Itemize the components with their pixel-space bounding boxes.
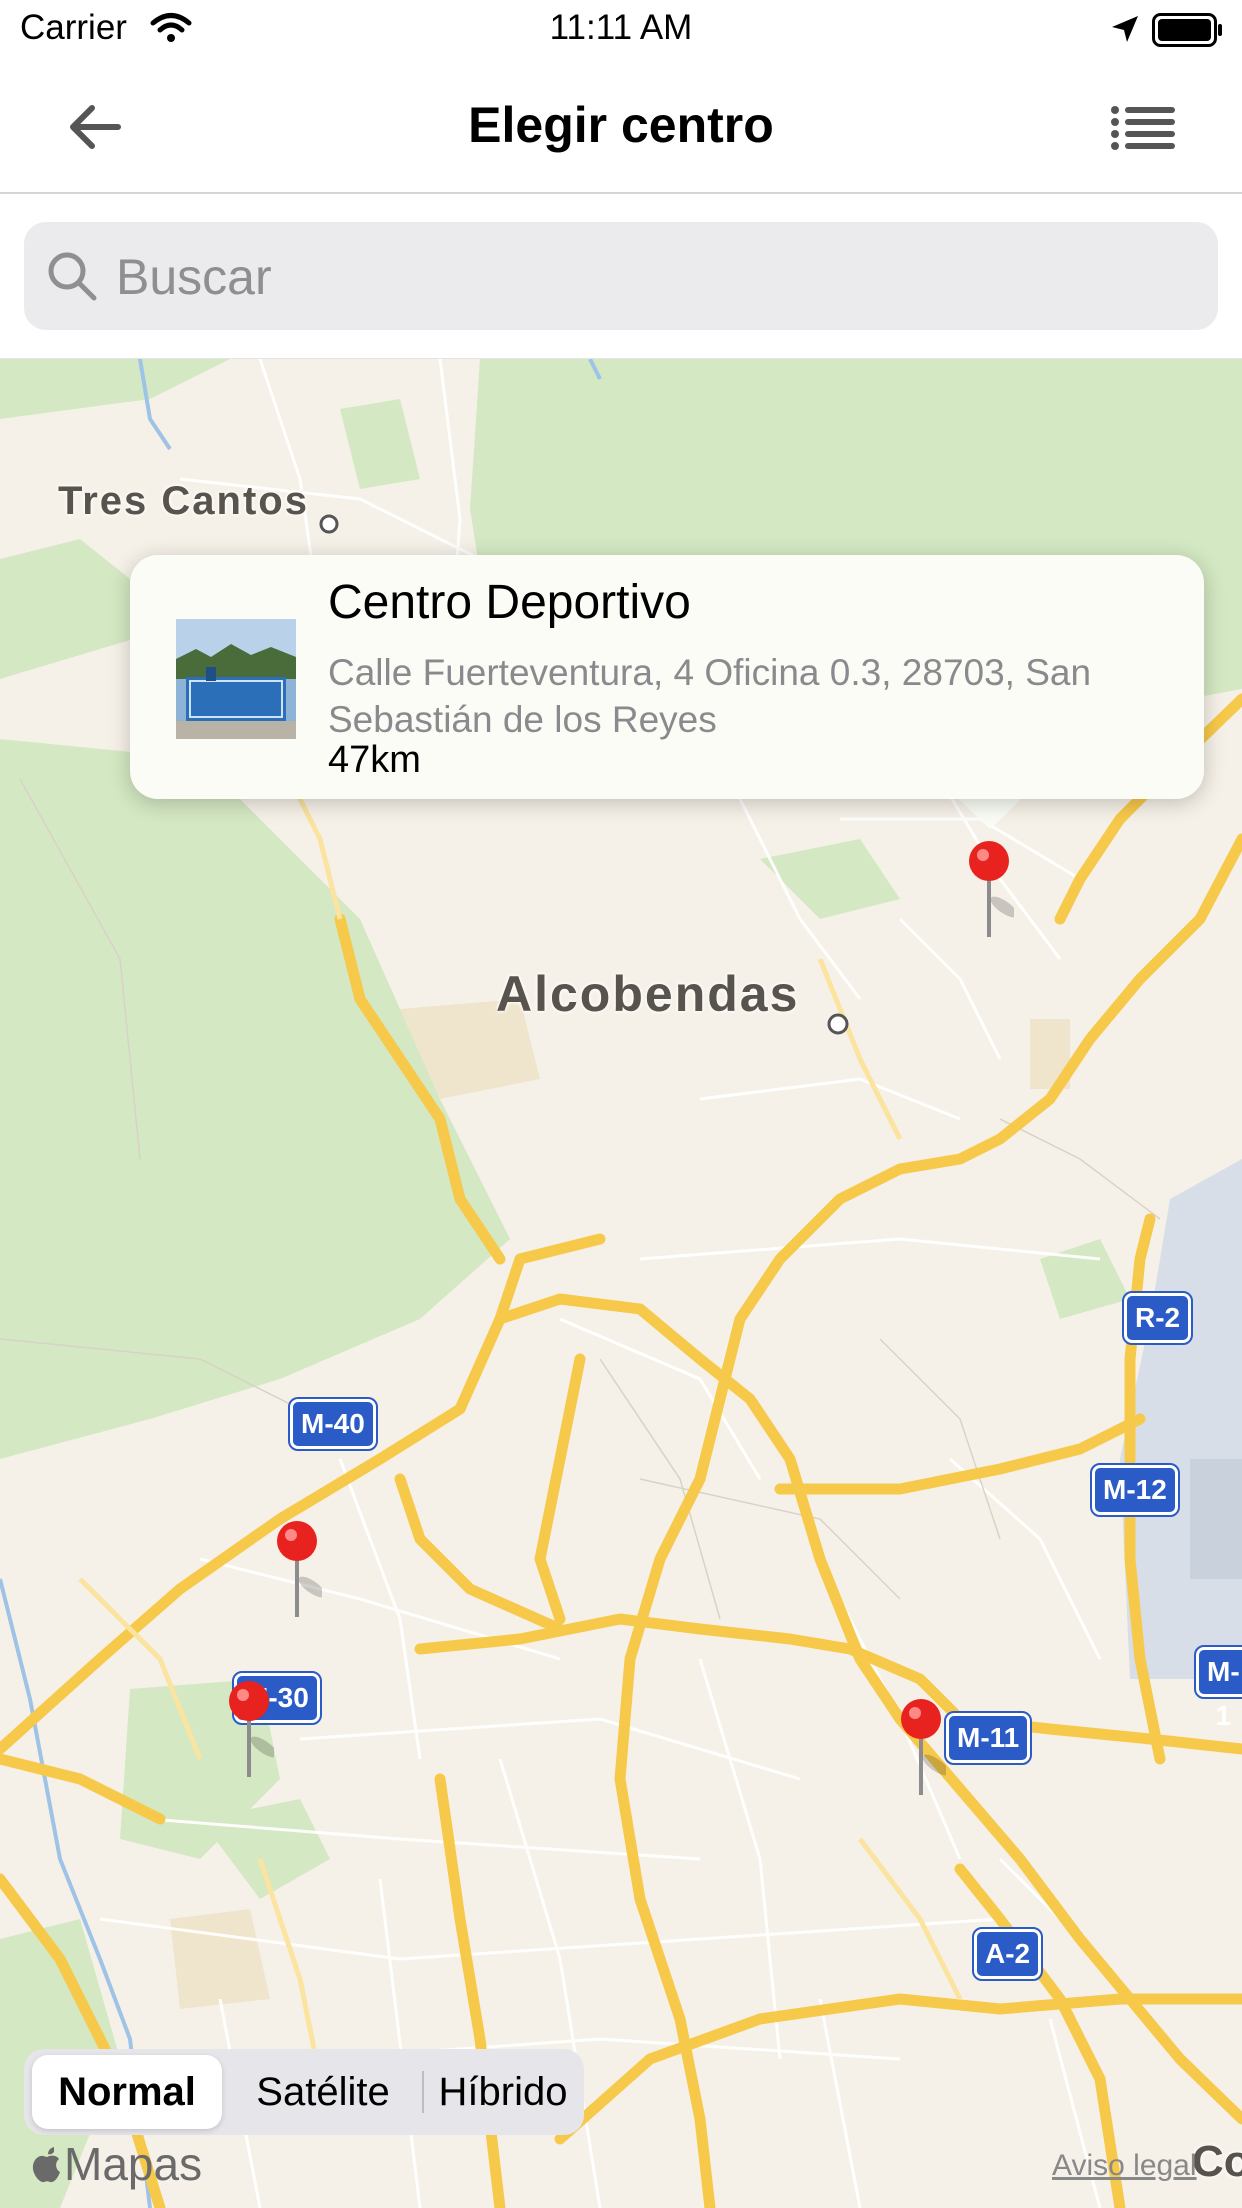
map-label-alcobendas: Alcobendas	[496, 966, 800, 1022]
center-address: Calle Fuerteventura, 4 Oficina 0.3, 2870…	[328, 652, 1092, 740]
status-bar: Carrier 11:11 AM	[0, 0, 1242, 62]
search-icon	[48, 252, 97, 301]
battery-icon	[1152, 13, 1222, 47]
road-shield-a2: A-2	[971, 1927, 1044, 1981]
page-title: Elegir centro	[468, 97, 774, 153]
road-shield-m12: M-12	[1090, 1463, 1180, 1517]
maps-brand-label: Mapas	[64, 2138, 203, 2190]
maps-attribution: Mapas	[30, 2137, 202, 2191]
center-name: Centro Deportivo	[328, 576, 691, 629]
map-label-edge: Co	[1192, 2137, 1242, 2186]
road-shield-m40: M-40	[288, 1397, 378, 1451]
navigation-bar: Elegir centro	[0, 62, 1242, 194]
map-pin-selected[interactable]	[964, 837, 1014, 957]
map-pin[interactable]	[272, 1517, 322, 1637]
center-distance: 47km	[328, 739, 421, 781]
search-container	[0, 194, 1242, 359]
road-shield-m1: M-1	[1194, 1645, 1242, 1731]
map-type-normal[interactable]: Normal	[32, 2055, 222, 2129]
road-shield-m11: M-11	[943, 1711, 1033, 1765]
center-thumbnail	[176, 619, 296, 739]
search-bar[interactable]	[24, 222, 1218, 330]
map-type-hybrid[interactable]: Híbrido	[428, 2055, 578, 2129]
segment-divider	[422, 2071, 424, 2113]
clock: 11:11 AM	[549, 8, 693, 47]
legal-link[interactable]: Aviso legal	[1052, 2149, 1197, 2183]
search-input[interactable]	[114, 240, 1198, 314]
map-view[interactable]: Tres Cantos Alcobendas Co M-40 M-30 M-11…	[0, 359, 1242, 2208]
map-pin[interactable]	[896, 1695, 946, 1815]
map-type-segmented-control[interactable]: Normal Satélite Híbrido	[24, 2049, 584, 2135]
location-arrow-icon	[1112, 16, 1138, 42]
map-label-tres-cantos: Tres Cantos	[58, 479, 309, 523]
center-callout[interactable]: Centro Deportivo Calle Fuerteventura, 4 …	[130, 555, 1204, 799]
apple-logo-icon	[32, 2147, 60, 2183]
road-shield-r2: R-2	[1121, 1291, 1194, 1345]
map-pin[interactable]	[224, 1677, 274, 1797]
map-type-satellite[interactable]: Satélite	[228, 2055, 418, 2129]
list-view-icon[interactable]	[1110, 102, 1180, 156]
